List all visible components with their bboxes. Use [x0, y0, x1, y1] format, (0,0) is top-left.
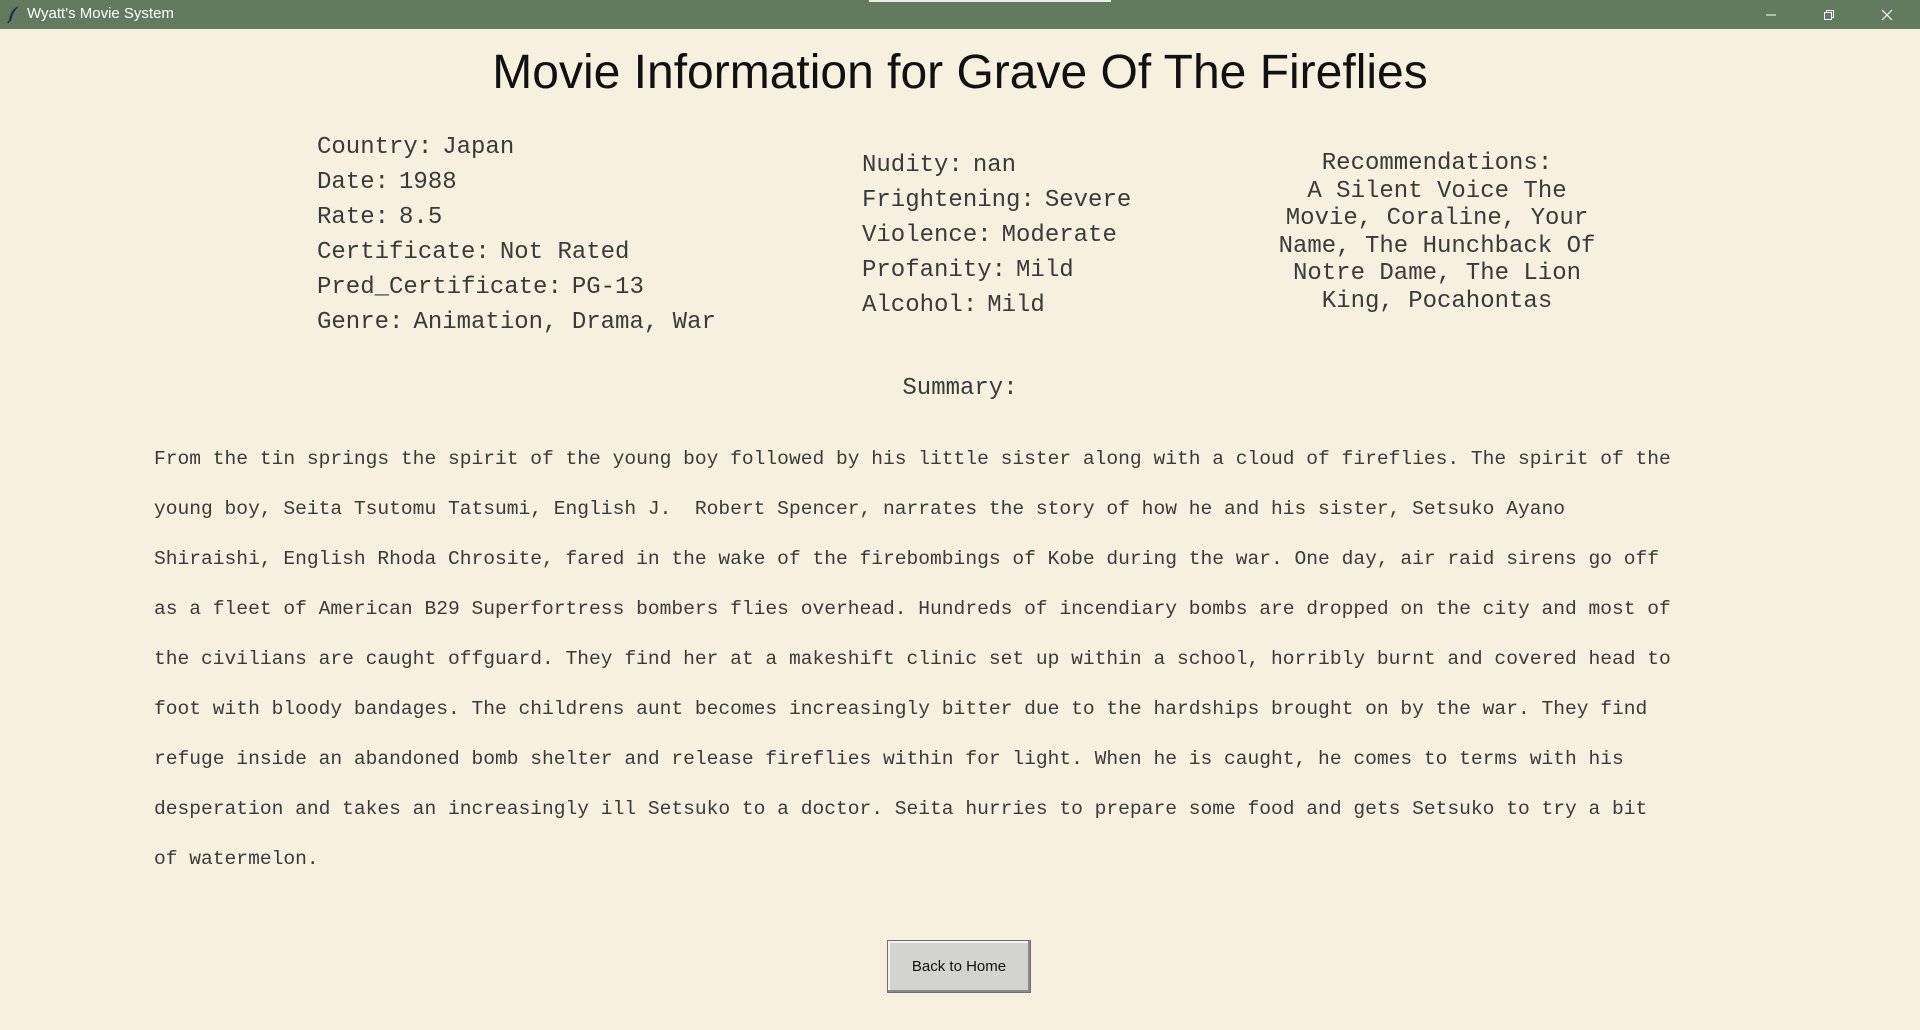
summary-line: as a fleet of American B29 Superfortress…	[154, 598, 1671, 620]
summary-line: the civilians are caught offguard. They …	[154, 648, 1671, 670]
rating-label: Frightening:	[862, 187, 1035, 214]
close-button[interactable]	[1858, 0, 1916, 29]
title-bar[interactable]: Wyatt's Movie System	[0, 0, 1920, 29]
detail-value: PG-13	[571, 274, 644, 301]
summary-label: Summary:	[902, 375, 1018, 402]
feather-icon	[6, 5, 22, 24]
rating-violence: Violence: Moderate	[862, 218, 1131, 253]
rating-profanity: Profanity: Mild	[862, 253, 1131, 288]
recommendations-line: A Silent Voice The	[1307, 177, 1567, 205]
rating-value: Mild	[987, 292, 1045, 319]
title-bar-highlight	[869, 0, 1111, 2]
summary-line: refuge inside an abandoned bomb shelter …	[154, 748, 1624, 770]
detail-rate: Rate: 8.5	[317, 200, 716, 235]
minimize-icon	[1766, 14, 1776, 15]
minimize-button[interactable]	[1742, 0, 1800, 29]
recommendations-label: Recommendations:	[1321, 150, 1553, 177]
summary-text: From the tin springs the spirit of the y…	[154, 422, 1786, 897]
detail-value: Not Rated	[499, 239, 630, 266]
detail-genre: Genre: Animation, Drama, War	[317, 305, 716, 340]
rating-label: Alcohol:	[862, 292, 978, 319]
recommendations-line: Notre Dame, The Lion	[1292, 260, 1582, 288]
detail-value: Japan	[442, 134, 515, 161]
summary-line: From the tin springs the spirit of the y…	[154, 448, 1671, 470]
detail-value: 1988	[399, 169, 457, 196]
back-to-home-button[interactable]: Back to Home	[887, 940, 1031, 993]
recommendations-line: King, Pocahontas	[1321, 287, 1553, 315]
summary-line: young boy, Seita Tsutomu Tatsumi, Englis…	[154, 498, 1565, 520]
rating-value: Severe	[1044, 187, 1132, 214]
detail-date: Date: 1988	[317, 165, 716, 200]
detail-label: Date:	[317, 169, 390, 196]
detail-pred-certificate: Pred_Certificate: PG-13	[317, 270, 716, 305]
detail-label: Pred_Certificate:	[317, 274, 562, 301]
content-ratings: Nudity: nan Frightening: Severe Violence: M…	[862, 148, 1131, 323]
detail-country: Country: Japan	[317, 130, 716, 165]
rating-label: Nudity:	[862, 152, 963, 179]
rating-frightening: Frightening: Severe	[862, 183, 1131, 218]
rating-value: Mild	[1016, 257, 1074, 284]
rating-nudity: Nudity: nan	[862, 148, 1131, 183]
recommendations: Recommendations: A Silent Voice The Movi…	[1262, 150, 1612, 316]
maximize-button[interactable]	[1800, 0, 1858, 29]
detail-label: Country:	[317, 134, 433, 161]
detail-value: Animation, Drama, War	[413, 309, 716, 336]
rating-label: Violence:	[862, 222, 992, 249]
rating-label: Profanity:	[862, 257, 1007, 284]
movie-details: Country: Japan Date: 1988 Rate: 8.5 Certifi…	[317, 130, 716, 340]
summary-line: foot with bloody bandages. The childrens…	[154, 698, 1648, 720]
summary-line: desperation and takes an increasingly il…	[154, 798, 1648, 820]
rating-alcohol: Alcohol: Mild	[862, 288, 1131, 323]
detail-label: Rate:	[317, 204, 390, 231]
recommendations-line: Name, The Hunchback Of	[1278, 232, 1596, 260]
close-icon	[1881, 9, 1893, 20]
detail-label: Certificate:	[317, 239, 490, 266]
summary-line: of watermelon.	[154, 848, 319, 870]
detail-certificate: Certificate: Not Rated	[317, 235, 716, 270]
maximize-icon	[1824, 9, 1834, 20]
page-title: Movie Information for Grave Of The Firef…	[492, 46, 1428, 99]
detail-label: Genre:	[317, 309, 404, 336]
rating-value: nan	[972, 152, 1017, 179]
detail-value: 8.5	[399, 204, 443, 231]
recommendations-line: Movie, Coraline, Your	[1285, 205, 1589, 233]
rating-value: Moderate	[1001, 222, 1117, 249]
summary-line: Shiraishi, English Rhoda Chrosite, fared…	[154, 548, 1660, 570]
window-title: Wyatt's Movie System	[27, 5, 174, 22]
